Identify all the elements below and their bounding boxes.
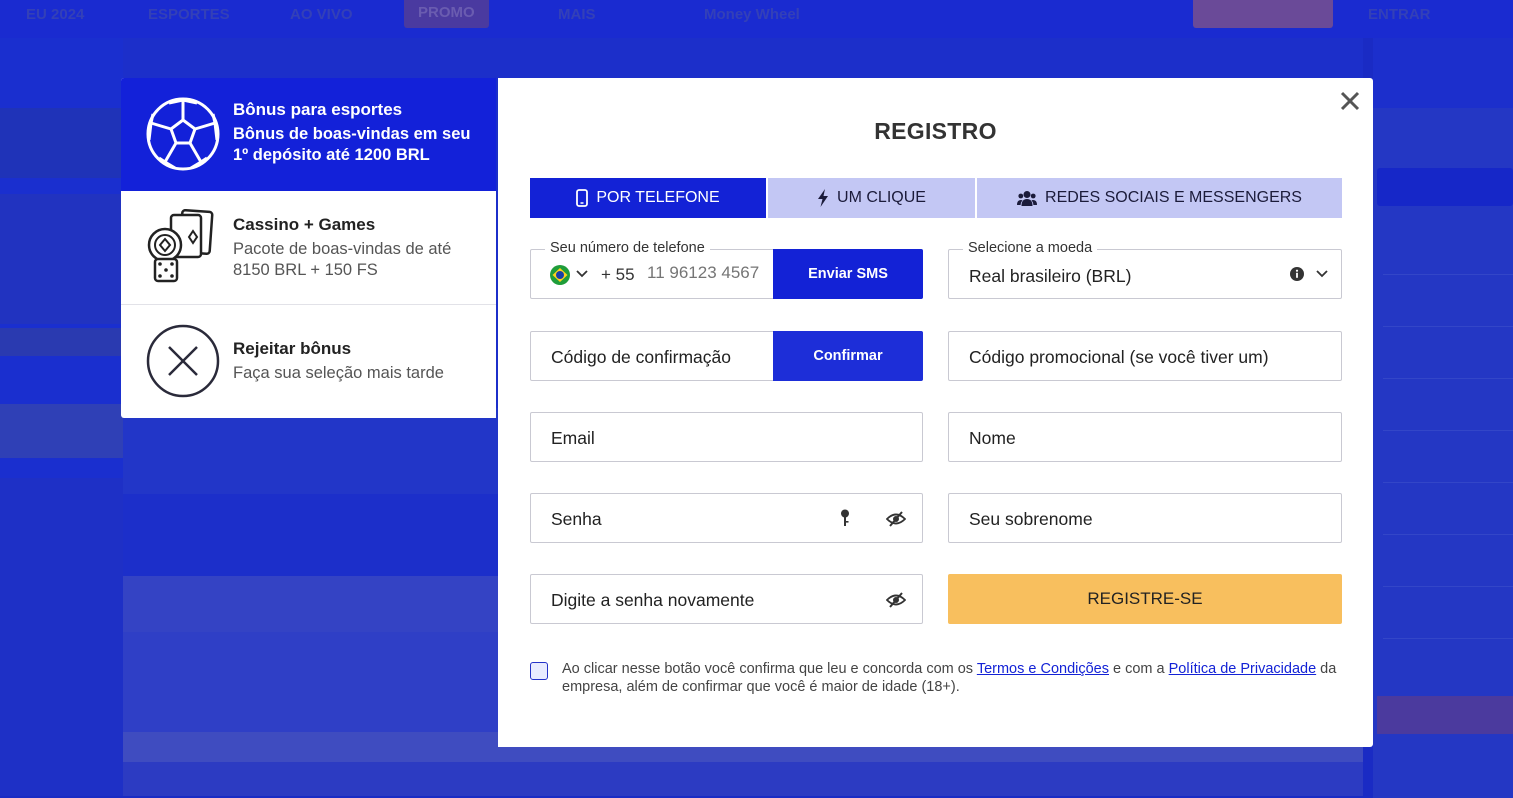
currency-select[interactable]: Selecione a moeda Real brasileiro (BRL) — [948, 240, 1342, 299]
first-name-placeholder: Nome — [969, 428, 1016, 448]
confirm-button[interactable]: Confirmar — [773, 331, 923, 381]
brazil-flag-icon[interactable] — [550, 265, 570, 285]
tab-um-clique[interactable]: UM CLIQUE — [768, 178, 975, 218]
terms-text: Ao clicar nesse botão você confirma que … — [562, 660, 1352, 696]
terms-text-2: e com a — [1109, 661, 1169, 677]
country-code: + 55 — [601, 265, 635, 284]
registration-tabs: POR TELEFONE UM CLIQUE REDES SOCIAIS E M… — [530, 178, 1342, 218]
chevron-down-icon[interactable] — [1316, 270, 1328, 278]
bg-nav-eu2024: EU 2024 — [26, 5, 85, 23]
soccer-ball-icon — [146, 97, 220, 171]
email-placeholder: Email — [551, 428, 595, 448]
currency-label: Selecione a moeda — [963, 240, 1098, 256]
password-repeat-field[interactable]: Digite a senha novamente — [530, 574, 923, 624]
terms-link[interactable]: Termos e Condições — [977, 661, 1109, 677]
tab-redes-sociais-label: REDES SOCIAIS E MESSENGERS — [1045, 189, 1302, 206]
casino-chips-cards-dice-icon — [147, 209, 214, 283]
send-sms-button[interactable]: Enviar SMS — [773, 249, 923, 299]
bg-nav-aovivo: AO VIVO — [290, 5, 353, 23]
password-field[interactable]: Senha — [530, 493, 923, 543]
bg-nav-promo: PROMO — [404, 0, 489, 28]
terms-text-1: Ao clicar nesse botão você confirma que … — [562, 661, 977, 677]
confirmation-code-field[interactable]: Código de confirmação Confirmar — [530, 331, 923, 381]
bg-cadastro-button — [1193, 0, 1333, 28]
close-icon[interactable] — [1337, 88, 1363, 114]
users-icon — [1017, 191, 1038, 206]
first-name-field[interactable]: Nome — [948, 412, 1342, 462]
register-button[interactable]: REGISTRE-SE — [948, 574, 1342, 624]
bonus-reject-title: Rejeitar bônus — [233, 339, 352, 358]
background-sidebar — [0, 38, 123, 796]
tab-um-clique-label: UM CLIQUE — [837, 189, 926, 206]
bonus-option-casino[interactable]: Cassino + Games Pacote de boas-vindas de… — [121, 191, 496, 304]
terms-checkbox[interactable] — [530, 662, 548, 680]
bonus-selection-panel: Bônus para esportes Bônus de boas-vindas… — [121, 78, 496, 418]
last-name-field[interactable]: Seu sobrenome — [948, 493, 1342, 543]
email-field[interactable]: Email — [530, 412, 923, 462]
background-right-panel — [1373, 38, 1513, 798]
bg-nav-esportes: ESPORTES — [148, 5, 230, 23]
key-icon[interactable] — [840, 509, 850, 527]
confirmation-code-placeholder: Código de confirmação — [551, 347, 731, 367]
phone-icon — [576, 189, 589, 207]
promo-code-field[interactable]: Código promocional (se você tiver um) — [948, 331, 1342, 381]
bg-nav-mais: MAIS — [558, 5, 596, 23]
phone-field: Seu número de telefone + 55 Enviar SMS — [530, 240, 923, 299]
password-placeholder: Senha — [551, 509, 602, 529]
bonus-sports-description: Bônus de boas-vindas em seu 1º depósito … — [233, 125, 471, 164]
eye-slash-icon[interactable] — [886, 592, 906, 608]
tab-redes-sociais[interactable]: REDES SOCIAIS E MESSENGERS — [977, 178, 1342, 218]
tab-por-telefone-label: POR TELEFONE — [596, 189, 720, 206]
bonus-casino-title: Cassino + Games — [233, 215, 376, 234]
close-circle-icon — [146, 324, 220, 398]
registration-modal: REGISTRO POR TELEFONE UM CLIQUE REDES SO… — [498, 78, 1373, 747]
tab-por-telefone[interactable]: POR TELEFONE — [530, 178, 766, 218]
bonus-option-reject[interactable]: Rejeitar bônus Faça sua seleção mais tar… — [121, 305, 496, 418]
promo-code-placeholder: Código promocional (se você tiver um) — [969, 347, 1269, 367]
bonus-reject-description: Faça sua seleção mais tarde — [233, 364, 444, 382]
info-icon[interactable] — [1290, 267, 1304, 281]
phone-input[interactable] — [647, 263, 773, 283]
privacy-link[interactable]: Política de Privacidade — [1169, 661, 1317, 677]
password-repeat-placeholder: Digite a senha novamente — [551, 590, 755, 610]
modal-title: REGISTRO — [874, 118, 997, 144]
chevron-down-icon[interactable] — [576, 270, 588, 278]
phone-field-label: Seu número de telefone — [545, 240, 710, 256]
bonus-sports-title: Bônus para esportes — [233, 100, 403, 119]
background-topbar: EU 2024 ESPORTES AO VIVO PROMO MAIS Mone… — [0, 0, 1513, 38]
bg-nav-money-wheel: Money Wheel — [704, 5, 800, 23]
lightning-icon — [818, 189, 829, 207]
bg-nav-entrar: ENTRAR — [1368, 5, 1431, 23]
currency-value: Real brasileiro (BRL) — [969, 266, 1132, 286]
bonus-casino-description: Pacote de boas-vindas de até 8150 BRL + … — [233, 240, 452, 279]
eye-slash-icon[interactable] — [886, 511, 906, 527]
bonus-option-sports[interactable]: Bônus para esportes Bônus de boas-vindas… — [121, 78, 496, 191]
last-name-placeholder: Seu sobrenome — [969, 509, 1093, 529]
